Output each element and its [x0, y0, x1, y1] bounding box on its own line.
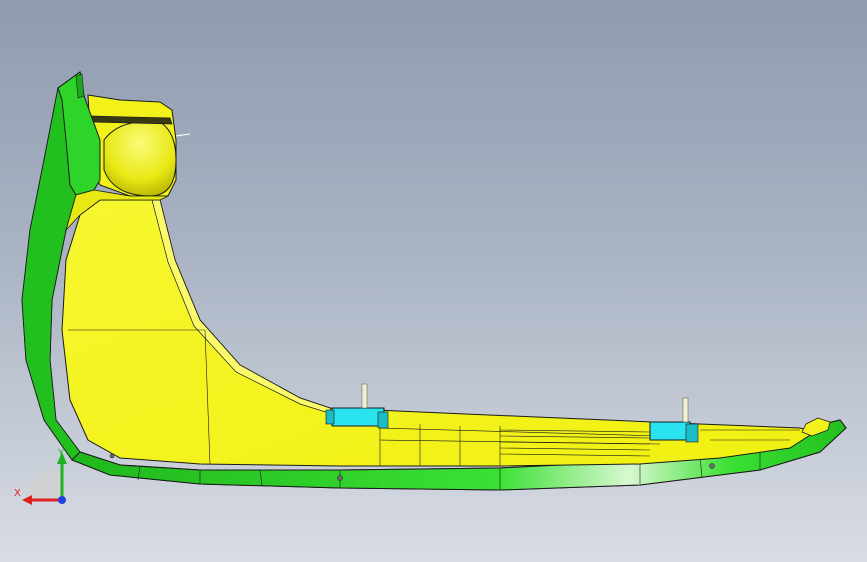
- coordinate-triad-icon: X Y: [14, 448, 67, 505]
- coordinate-triad: X Y: [14, 448, 67, 505]
- graphics-viewport[interactable]: X Y: [0, 0, 867, 562]
- z-axis-dot: [58, 496, 66, 504]
- axis-label-y: Y: [57, 448, 65, 459]
- axis-label-x: X: [14, 488, 21, 499]
